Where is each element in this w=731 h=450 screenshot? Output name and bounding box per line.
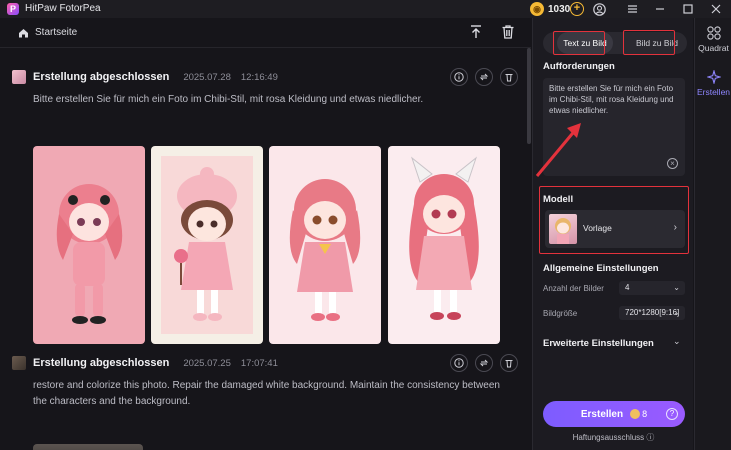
advanced-settings-title[interactable]: Erweiterte Einstellungen: [543, 338, 654, 349]
create-label: Erstellen: [580, 408, 624, 420]
refresh-icon: [479, 359, 489, 367]
model-value: Vorlage: [583, 223, 612, 233]
rail-label: Quadrat: [698, 43, 729, 53]
result-image-1[interactable]: [33, 146, 145, 344]
info-button[interactable]: [450, 354, 468, 372]
disclaimer-link[interactable]: Haftungsausschluss ⓘ: [533, 432, 694, 443]
coin-icon: ◉: [530, 2, 544, 16]
close-icon[interactable]: [709, 2, 723, 16]
model-thumbnail: [549, 214, 577, 244]
card-time: 12:16:49: [240, 71, 278, 83]
image-count-select[interactable]: 4 ⌄: [619, 281, 685, 295]
info-icon: [454, 358, 464, 368]
image-count-value: 4: [625, 283, 630, 292]
image-size-select[interactable]: 720*1280[9:16] ⌄: [619, 306, 685, 320]
model-selector[interactable]: Vorlage ›: [545, 210, 685, 248]
general-settings-title: Allgemeine Einstellungen: [543, 263, 659, 274]
card-date: 2025.07.25: [183, 357, 231, 369]
clear-icon[interactable]: ×: [667, 158, 678, 169]
regenerate-button[interactable]: [475, 68, 493, 86]
rail-item-erstellen[interactable]: Erstellen: [695, 70, 731, 97]
rail-label: Erstellen: [696, 87, 731, 97]
result-image-3[interactable]: [269, 146, 381, 344]
trash-icon[interactable]: [500, 24, 516, 40]
export-icon[interactable]: [468, 24, 484, 40]
home-icon: [19, 28, 28, 37]
maximize-icon[interactable]: [681, 2, 695, 16]
sparkle-icon: [706, 70, 721, 84]
create-button[interactable]: Erstellen 8 ?: [543, 401, 685, 427]
highlight-box: [553, 31, 605, 55]
highlight-box: [623, 30, 675, 55]
result-image-2[interactable]: [151, 146, 263, 344]
chevron-down-icon: ⌄: [673, 283, 680, 292]
disclaimer-text: Haftungsausschluss: [572, 433, 645, 442]
title-bar: P HitPaw FotorPea ◉ 1030 +: [0, 0, 731, 18]
card-header: Erstellung abgeschlossen 2025.07.28 12:1…: [12, 68, 278, 86]
card-prompt: restore and colorize this photo. Repair …: [33, 380, 500, 407]
home-link[interactable]: Startseite: [18, 27, 77, 38]
create-cost: 8: [642, 409, 648, 419]
regenerate-button[interactable]: [475, 354, 493, 372]
model-title: Modell: [543, 194, 574, 205]
help-icon[interactable]: ?: [666, 408, 678, 420]
trash-icon: [505, 74, 513, 82]
image-size-label: Bildgröße: [543, 309, 578, 318]
image-count-label: Anzahl der Bilder: [543, 284, 604, 293]
refresh-icon: [479, 73, 489, 81]
trash-icon: [505, 360, 513, 368]
user-icon[interactable]: [592, 2, 606, 16]
settings-panel: Text zu Bild Bild zu Bild Aufforderungen…: [532, 18, 693, 450]
info-icon: [454, 72, 464, 82]
card-header: Erstellung abgeschlossen 2025.07.25 17:0…: [12, 354, 278, 372]
result-image-4[interactable]: [388, 146, 500, 344]
history-area: Startseite Erstellung abgeschlossen 2025…: [0, 18, 531, 450]
card-time: 17:07:41: [240, 357, 278, 369]
grid-icon: [706, 26, 721, 40]
chevron-down-icon[interactable]: ⌄: [673, 336, 681, 347]
info-icon: ⓘ: [646, 433, 655, 442]
buy-coins-button[interactable]: +: [570, 2, 584, 16]
content-topbar: Startseite: [0, 18, 531, 48]
card-thumbnail: [12, 70, 26, 84]
coin-count: 1030: [548, 3, 571, 15]
app-title: HitPaw FotorPea: [25, 3, 101, 14]
minimize-icon[interactable]: [653, 2, 667, 16]
requirements-title: Aufforderungen: [543, 61, 615, 72]
chevron-right-icon: ›: [673, 222, 677, 233]
delete-button[interactable]: [500, 68, 518, 86]
right-rail: Quadrat Erstellen: [694, 18, 731, 450]
card-title: Erstellung abgeschlossen: [33, 71, 170, 83]
app-logo: P: [7, 3, 19, 15]
card-date: 2025.07.28: [183, 71, 231, 83]
coin-icon: [630, 409, 641, 419]
home-label: Startseite: [35, 27, 78, 38]
chevron-down-icon: ⌄: [673, 308, 680, 317]
result-image-preview[interactable]: [33, 444, 143, 450]
arrow-annotation-icon: [535, 123, 581, 177]
image-size-value: 720*1280[9:16]: [625, 308, 680, 317]
info-button[interactable]: [450, 68, 468, 86]
card-title: Erstellung abgeschlossen: [33, 357, 170, 369]
card-thumbnail: [12, 356, 26, 370]
menu-icon[interactable]: [625, 2, 639, 16]
card-prompt: Bitte erstellen Sie für mich ein Foto im…: [33, 94, 424, 105]
delete-button[interactable]: [500, 354, 518, 372]
prompt-text: Bitte erstellen Sie für mich ein Foto im…: [549, 84, 674, 115]
rail-item-quadrat[interactable]: Quadrat: [695, 26, 731, 53]
